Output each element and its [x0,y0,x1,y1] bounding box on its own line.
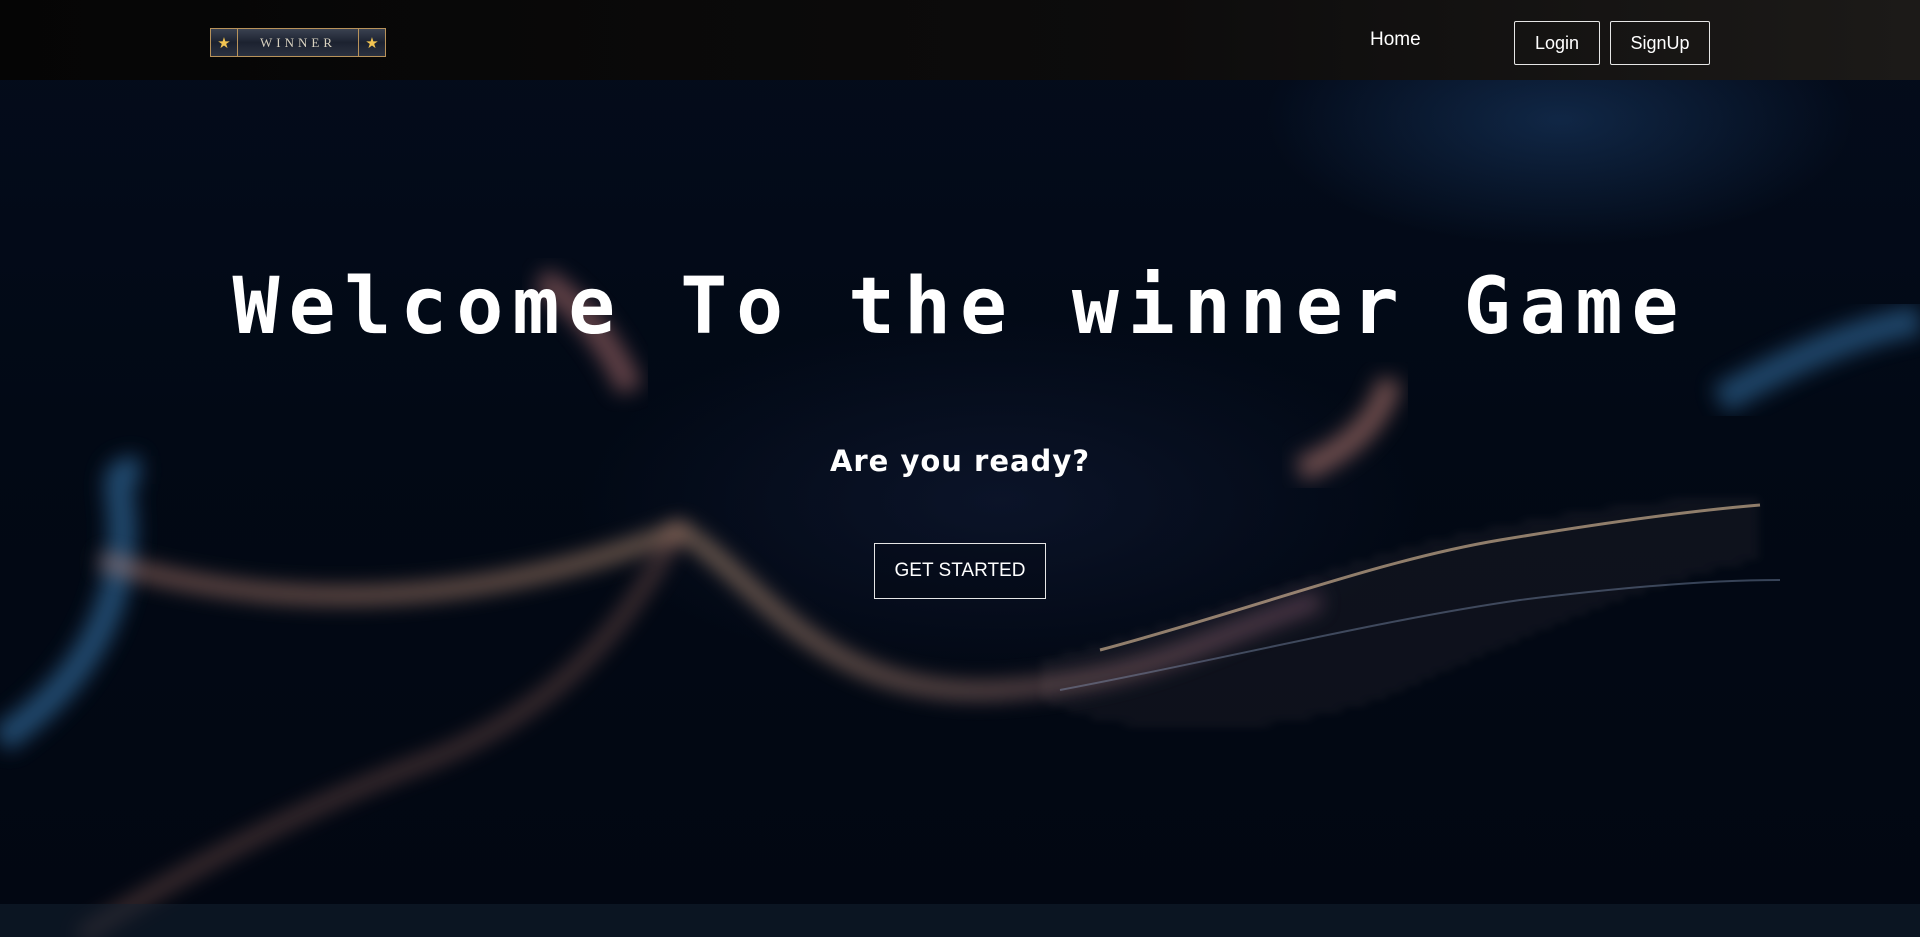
top-navbar: ★ WINNER ★ Home Login SignUp [0,0,1920,80]
get-started-button[interactable]: GET STARTED [874,543,1046,599]
logo-text: WINNER [260,34,336,50]
signup-button[interactable]: SignUp [1610,21,1710,65]
bottom-section-edge [0,904,1920,937]
hero-subtitle: Are you ready? [829,444,1091,478]
landing-page: ★ WINNER ★ Home Login SignUp Welcome To … [0,0,1920,937]
login-button[interactable]: Login [1514,21,1600,65]
star-icon: ★ [211,29,238,56]
winner-logo[interactable]: ★ WINNER ★ [210,28,386,57]
nav-home-link[interactable]: Home [1370,29,1421,51]
hero-title: Welcome To the winner Game [232,262,1688,352]
star-icon: ★ [358,29,385,56]
